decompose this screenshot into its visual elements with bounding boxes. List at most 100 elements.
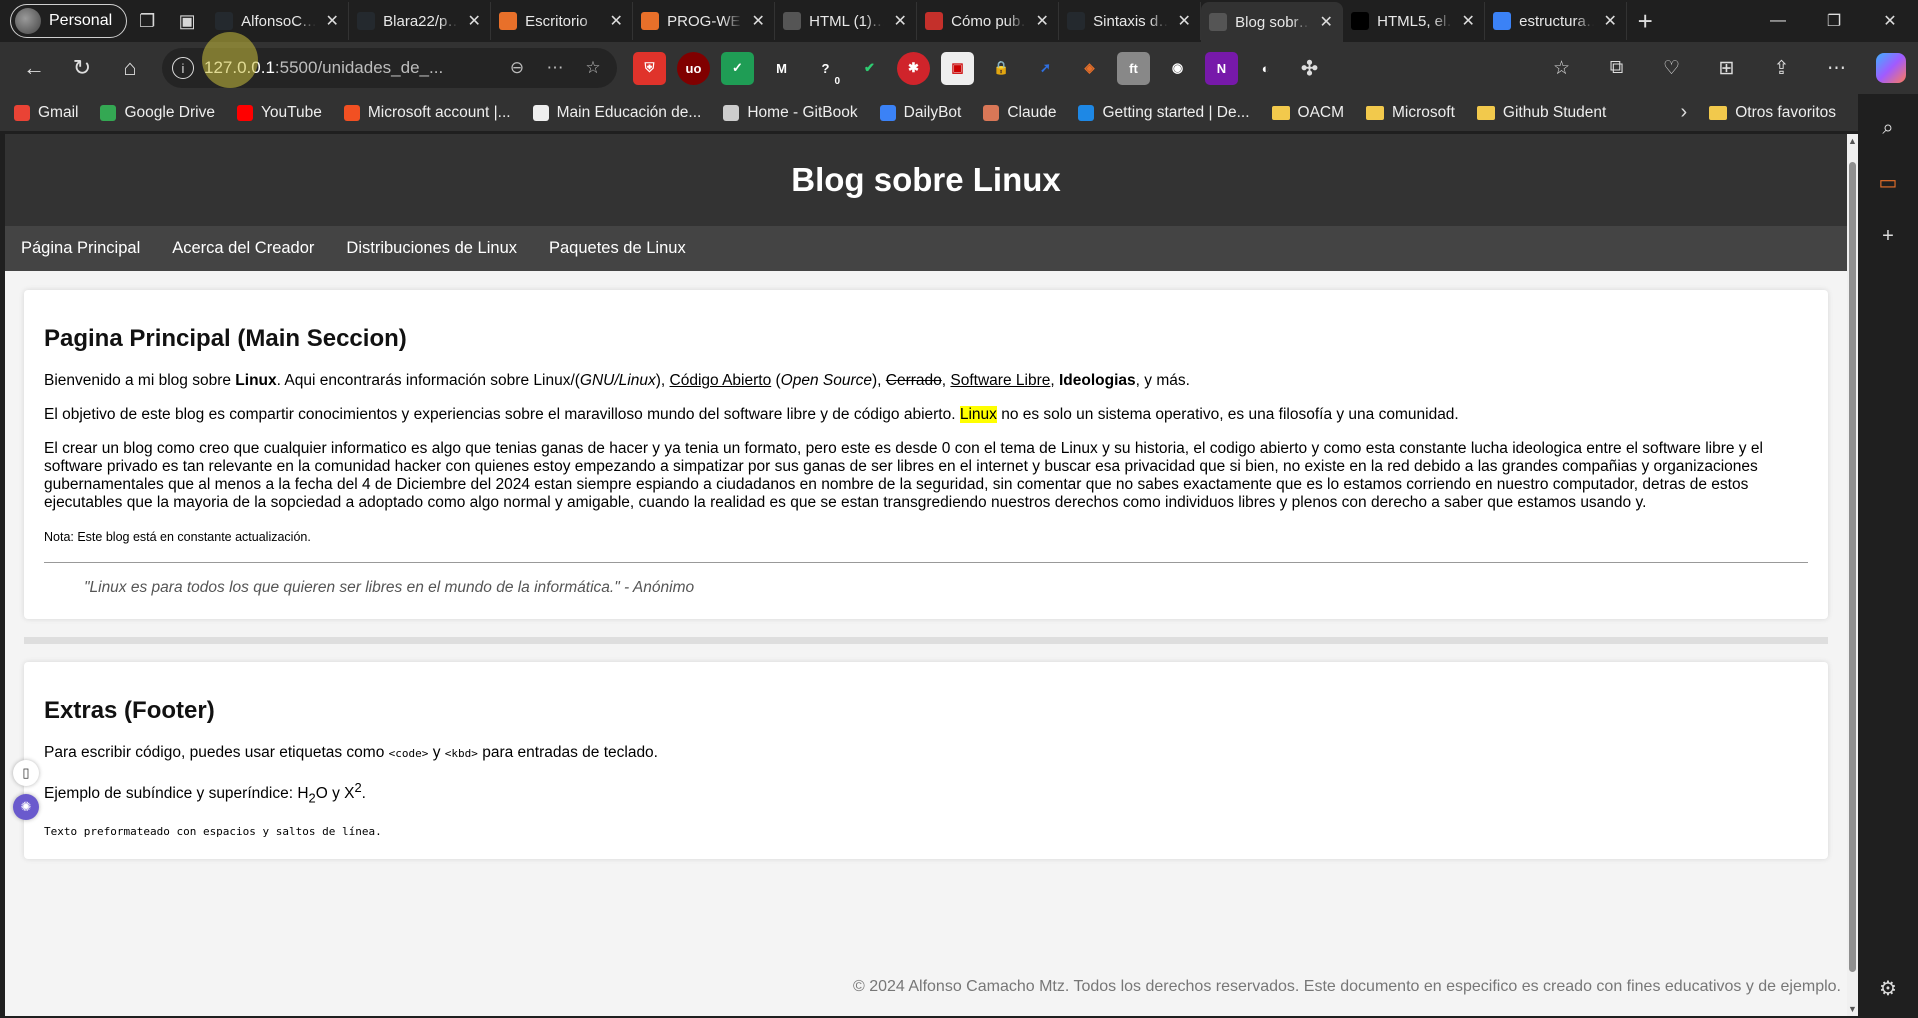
close-tab-icon[interactable]: ✕: [1176, 11, 1192, 31]
record-ext-icon[interactable]: ✱: [897, 51, 930, 85]
bookmark-label: Github Student: [1502, 103, 1607, 121]
site-info-icon[interactable]: i: [172, 57, 194, 79]
home-icon[interactable]: ⌂: [106, 48, 154, 88]
bookmark-label: OACM: [1297, 103, 1345, 121]
workspaces-icon[interactable]: ❐: [127, 1, 167, 41]
copilot-icon[interactable]: [1876, 53, 1906, 83]
minimize-icon[interactable]: —: [1750, 0, 1806, 42]
bookmark-item[interactable]: OACM: [1271, 103, 1345, 122]
bookmark-item[interactable]: Claude: [983, 104, 1056, 122]
collections-icon[interactable]: ⧉: [1589, 48, 1644, 88]
share-icon[interactable]: ⇪: [1754, 48, 1809, 88]
refresh-icon[interactable]: ↻: [58, 48, 106, 88]
browser-tab[interactable]: Sintaxis d… ✕: [1059, 2, 1202, 40]
browser-tab[interactable]: Blara22/p… ✕: [349, 2, 492, 40]
bookmark-other-favorites[interactable]: Otros favoritos: [1709, 104, 1836, 122]
zoom-icon[interactable]: ⊖: [503, 58, 531, 78]
bookmark-item[interactable]: Microsoft account |...: [343, 104, 511, 122]
lock-ext-icon[interactable]: 🔒: [985, 52, 1018, 85]
new-tab-button[interactable]: +: [1627, 6, 1663, 37]
close-tab-icon[interactable]: ✕: [750, 11, 766, 31]
bookmark-item[interactable]: YouTube: [236, 104, 322, 122]
folder-icon: [1271, 105, 1290, 120]
close-tab-icon[interactable]: ✕: [324, 11, 340, 31]
scroll-down-icon[interactable]: ▼: [1847, 1004, 1858, 1014]
bookmark-item[interactable]: Github Student: [1476, 103, 1607, 122]
tab-title: Cómo pub…: [951, 12, 1026, 30]
apps-icon[interactable]: ⊞: [1699, 48, 1754, 88]
close-tab-icon[interactable]: ✕: [608, 11, 624, 31]
nav-link-about[interactable]: Acerca del Creador: [172, 239, 314, 258]
health-icon[interactable]: ♡: [1644, 48, 1699, 88]
arrow-ext-icon[interactable]: ➚: [1029, 52, 1062, 85]
extensions-puzzle-icon[interactable]: ✣: [1293, 52, 1326, 85]
page-scrollbar[interactable]: ▲ ▼: [1847, 134, 1858, 1016]
bookmark-item[interactable]: DailyBot: [879, 104, 961, 122]
close-tab-icon[interactable]: ✕: [1318, 12, 1334, 32]
window-controls: — ❐ ✕: [1750, 0, 1918, 42]
bookmark-item[interactable]: Home - GitBook: [723, 104, 858, 122]
layers-ext-icon[interactable]: ◈: [1073, 52, 1106, 85]
tab-actions-icon[interactable]: ▣: [167, 1, 207, 41]
scroll-thumb[interactable]: [1849, 162, 1856, 972]
nav-link-packages[interactable]: Paquetes de Linux: [549, 239, 686, 258]
ai-ext-icon[interactable]: ◐: [1249, 52, 1282, 85]
close-window-icon[interactable]: ✕: [1862, 0, 1918, 42]
site-title: Blog sobre Linux: [791, 161, 1061, 198]
bookmark-item[interactable]: Main Educación de...: [532, 104, 701, 122]
profile-label: Personal: [49, 12, 113, 29]
nav-link-distros[interactable]: Distribuciones de Linux: [346, 239, 517, 258]
browser-tab[interactable]: Blog sobr… ✕: [1201, 2, 1344, 42]
ublock-icon[interactable]: uo: [677, 51, 710, 85]
quote: "Linux es para todos los que quieren ser…: [84, 579, 695, 596]
checkmark-ext-icon[interactable]: ✓: [721, 51, 754, 85]
search-icon: [1493, 12, 1512, 30]
add-icon[interactable]: +: [1868, 216, 1908, 256]
document-icon: [783, 12, 802, 30]
mcafee-icon[interactable]: ▣: [941, 51, 974, 85]
bookmark-item[interactable]: Microsoft: [1366, 104, 1455, 122]
favorite-star-icon[interactable]: ☆: [579, 58, 607, 78]
onenote-icon[interactable]: N: [1205, 51, 1238, 85]
abbr-free-software: Software Libre: [950, 372, 1051, 389]
search-icon[interactable]: ⌕: [1868, 108, 1908, 148]
bookmark-item[interactable]: Gmail: [14, 104, 78, 122]
brave-shield-icon[interactable]: ⛨: [633, 51, 666, 85]
reading-icon[interactable]: ⋯: [541, 58, 569, 78]
profile-button[interactable]: Personal: [10, 4, 128, 38]
script-ext-icon[interactable]: ft: [1117, 51, 1150, 85]
malwarebytes-icon[interactable]: M: [765, 52, 798, 85]
close-tab-icon[interactable]: ✕: [1460, 11, 1476, 31]
shield-check-icon[interactable]: ✔: [853, 52, 886, 85]
chevron-right-icon[interactable]: ›: [1681, 101, 1688, 124]
restore-icon[interactable]: ❐: [1806, 0, 1862, 42]
nav-link-home[interactable]: Página Principal: [21, 239, 140, 258]
reader-book-icon[interactable]: ▯: [13, 760, 39, 786]
browser-tab[interactable]: AlfonsoC… ✕: [207, 2, 350, 40]
scroll-up-icon[interactable]: ▲: [1847, 136, 1858, 146]
browser-tab[interactable]: estructura… ✕: [1485, 2, 1628, 40]
close-tab-icon[interactable]: ✕: [1034, 11, 1050, 31]
settings-gear-icon[interactable]: ⚙: [1868, 968, 1908, 1008]
more-icon[interactable]: ⋯: [1809, 48, 1864, 88]
browser-tab[interactable]: Cómo pub… ✕: [917, 2, 1060, 40]
favorites-icon[interactable]: ☆: [1534, 48, 1589, 88]
browser-tab[interactable]: HTML5, el… ✕: [1343, 2, 1486, 40]
briefcase-icon[interactable]: ▭: [1868, 162, 1908, 202]
glasses-ext-icon[interactable]: ◉: [1161, 52, 1194, 85]
section-divider: [44, 562, 1808, 563]
badge-ext-icon[interactable]: ? 0: [809, 52, 842, 87]
address-bar[interactable]: i 127.0.0.1:5500/unidades_de_... ⊖ ⋯ ☆: [162, 32, 617, 88]
browser-tab[interactable]: Escritorio ✕: [491, 2, 634, 40]
back-icon[interactable]: ←: [10, 48, 58, 88]
browser-tab[interactable]: HTML (1)… ✕: [775, 2, 918, 40]
close-tab-icon[interactable]: ✕: [1602, 11, 1618, 31]
bookmark-item[interactable]: Getting started | De...: [1078, 104, 1250, 122]
browser-tab[interactable]: PROG-WE… ✕: [633, 2, 776, 40]
bookmark-item[interactable]: Google Drive: [100, 104, 215, 122]
brain-ai-icon[interactable]: ✺: [13, 794, 39, 820]
close-tab-icon[interactable]: ✕: [466, 11, 482, 31]
close-tab-icon[interactable]: ✕: [892, 11, 908, 31]
objective-paragraph: El objetivo de este blog es compartir co…: [44, 406, 1459, 423]
address-url[interactable]: 127.0.0.1:5500/unidades_de_...: [204, 58, 493, 78]
